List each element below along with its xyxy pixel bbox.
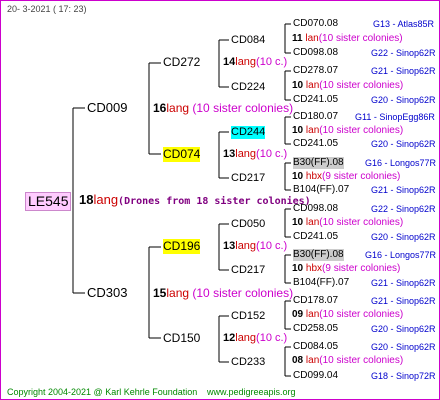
leaf-6-tag: G20 - Sinop62R — [371, 139, 436, 149]
leaf-1-tag: G13 - Atlas85R — [373, 19, 435, 29]
leaf-11-tag: G16 - Longos77R — [365, 250, 437, 260]
leaf-7-tag: G16 - Longos77R — [365, 158, 437, 168]
gen2-cd074-note: 13lang(10 c.) — [223, 148, 288, 160]
leaf-8-tag: G21 - Sinop62R — [371, 185, 436, 195]
note-cd217-b: 10 hbx(9 sister colonies) — [292, 263, 401, 274]
note-cd224: 10 lan(10 sister colonies) — [292, 80, 404, 91]
queen-le545[interactable]: LE545 — [25, 192, 72, 211]
leaf-14[interactable]: CD258.05 — [293, 323, 338, 335]
leaf-1[interactable]: CD070.08 — [293, 18, 338, 30]
gen2-cd150[interactable]: CD150 — [163, 331, 200, 346]
leaf-2-tag: G22 - Sinop62R — [371, 48, 436, 58]
leaf-13-tag: G21 - Sinop62R — [371, 296, 436, 306]
leaf-5[interactable]: CD180.07 — [293, 111, 338, 123]
gen1-cd009-note: 16lang (10 sister colonies) — [153, 101, 294, 115]
gen3-cd152[interactable]: CD152 — [231, 310, 265, 323]
gen2-cd074[interactable]: CD074 — [163, 147, 201, 162]
leaf-16-tag: G18 - Sinop72R — [371, 371, 436, 381]
gen1-cd009[interactable]: CD009 — [87, 100, 127, 116]
website-link[interactable]: www.pedigreeapis.org — [207, 386, 296, 399]
root-lang: lang — [93, 192, 119, 207]
note-cd050: 10 lan(10 sister colonies) — [292, 217, 404, 228]
leaf-2[interactable]: CD098.08 — [293, 47, 338, 59]
leaf-8[interactable]: B104(FF).07 — [293, 184, 349, 196]
gen2-cd272-note: 14lang(10 c.) — [223, 56, 288, 68]
leaf-10-tag: G20 - Sinop62R — [371, 232, 436, 242]
gen2-cd272[interactable]: CD272 — [163, 55, 200, 70]
leaf-12[interactable]: B104(FF).07 — [293, 277, 349, 289]
leaf-16[interactable]: CD099.04 — [293, 370, 338, 382]
gen2-cd196-note: 13lang(10 c.) — [223, 240, 288, 252]
gen2-cd150-note: 12lang(10 c.) — [223, 332, 288, 344]
leaf-3-tag: G21 - Sinop62R — [371, 66, 436, 76]
pedigree-frame: 20- 3-2021 ( 17: 23) LE545 18lang(Drones… — [0, 0, 440, 400]
date-stamp: 20- 3-2021 ( 17: 23) — [7, 4, 87, 14]
gen2-cd196[interactable]: CD196 — [163, 239, 201, 254]
copyright: Copyright 2004-2021 @ Karl Kehrle Founda… — [7, 387, 198, 397]
gen1-cd303[interactable]: CD303 — [87, 285, 127, 301]
gen3-cd050[interactable]: CD050 — [231, 218, 265, 231]
gen3-cd217-b[interactable]: CD217 — [231, 264, 265, 277]
note-cd084: 11 lan(10 sister colonies) — [292, 33, 403, 44]
leaf-4[interactable]: CD241.05 — [293, 94, 338, 106]
note-cd217: 10 hbx(9 sister colonies) — [292, 171, 401, 182]
leaf-5-tag: G11 - SinopEgg86R — [355, 112, 435, 122]
leaf-7[interactable]: B30(FF).08 — [293, 157, 344, 169]
gen3-cd084[interactable]: CD084 — [231, 34, 265, 47]
note-cd244: 10 lan(10 sister colonies) — [292, 125, 404, 136]
leaf-9-tag: G22 - Sinop62R — [371, 204, 436, 214]
leaf-14-tag: G20 - Sinop62R — [371, 324, 436, 334]
root-note: (Drones from 18 sister colonies) — [118, 196, 311, 207]
leaf-12-tag: G21 - Sinop62R — [371, 278, 436, 288]
note-cd152: 09 lan(10 sister colonies) — [292, 309, 404, 320]
leaf-15[interactable]: CD084.05 — [293, 341, 338, 353]
gen3-cd244[interactable]: CD244 — [231, 126, 266, 139]
leaf-3[interactable]: CD278.07 — [293, 65, 338, 77]
gen1-cd303-note: 15lang (10 sister colonies) — [153, 286, 294, 300]
root-count: 18 — [79, 192, 94, 207]
leaf-13[interactable]: CD178.07 — [293, 295, 338, 307]
leaf-6[interactable]: CD241.05 — [293, 138, 338, 150]
note-cd233: 08 lan(10 sister colonies) — [292, 355, 404, 366]
leaf-11[interactable]: B30(FF).08 — [293, 249, 344, 261]
leaf-4-tag: G20 - Sinop62R — [371, 95, 436, 105]
leaf-9[interactable]: CD098.08 — [293, 203, 338, 215]
root-drone-note: 18lang(Drones from 18 sister colonies) — [79, 192, 311, 210]
gen3-cd233[interactable]: CD233 — [231, 356, 265, 369]
gen3-cd217[interactable]: CD217 — [231, 172, 265, 185]
leaf-15-tag: G20 - Sinop62R — [371, 342, 436, 352]
gen3-cd224[interactable]: CD224 — [231, 81, 265, 94]
leaf-10[interactable]: CD241.05 — [293, 231, 338, 243]
